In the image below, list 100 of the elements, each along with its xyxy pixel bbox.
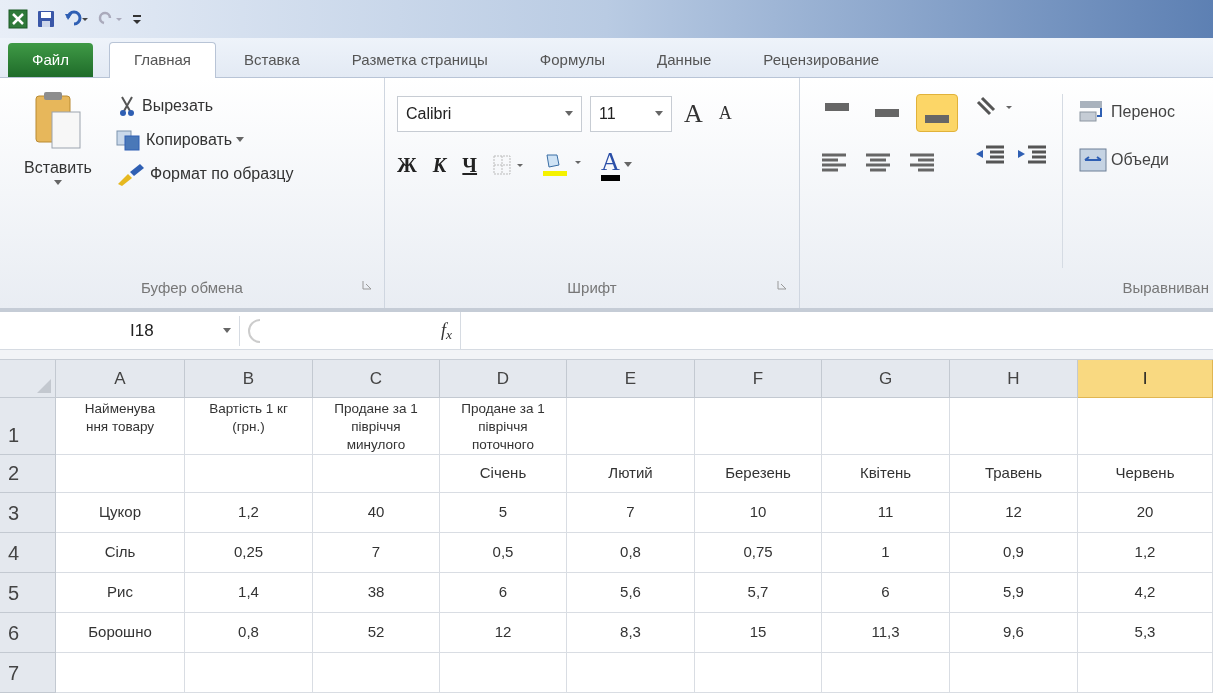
ribbon-tab[interactable]: Главная	[108, 42, 216, 78]
table-cell[interactable]: 12	[440, 613, 567, 653]
ribbon-tab[interactable]: Вставка	[220, 43, 324, 77]
row-header[interactable]: 1	[0, 398, 56, 455]
table-cell[interactable]: 4,2	[1078, 573, 1213, 613]
row-header[interactable]: 2	[0, 455, 56, 493]
column-header[interactable]: F	[695, 360, 822, 398]
file-tab[interactable]: Файл	[8, 43, 93, 77]
select-all-corner[interactable]	[0, 360, 56, 398]
name-box[interactable]: I18	[0, 315, 240, 346]
table-cell[interactable]: Лютий	[567, 455, 695, 493]
table-cell[interactable]: Найменува ння товару	[56, 398, 185, 455]
table-cell[interactable]	[950, 653, 1078, 693]
save-icon[interactable]	[36, 9, 56, 29]
caret-icon[interactable]	[565, 110, 573, 117]
clipboard-button[interactable]: Формат по образцу	[116, 162, 294, 186]
row-header[interactable]: 3	[0, 493, 56, 533]
dialog-launcher-icon[interactable]	[362, 280, 372, 290]
column-header[interactable]: A	[56, 360, 185, 398]
table-cell[interactable]: 11	[822, 493, 950, 533]
table-cell[interactable]: 9,6	[950, 613, 1078, 653]
column-header[interactable]: H	[950, 360, 1078, 398]
table-cell[interactable]: Квітень	[822, 455, 950, 493]
borders-icon[interactable]	[493, 154, 526, 176]
column-header[interactable]: B	[185, 360, 313, 398]
clipboard-button[interactable]: Копировать	[116, 128, 294, 152]
ribbon-tab[interactable]: Формулы	[515, 43, 630, 77]
table-cell[interactable]	[56, 455, 185, 493]
table-cell[interactable]: 7	[567, 493, 695, 533]
table-cell[interactable]: Травень	[950, 455, 1078, 493]
italic-button[interactable]: К	[432, 150, 447, 180]
row-header[interactable]: 6	[0, 613, 56, 653]
column-header[interactable]: E	[567, 360, 695, 398]
grow-font-button[interactable]: A	[680, 94, 707, 133]
table-cell[interactable]: Продане за 1 півріччя минулого	[313, 398, 440, 455]
column-header[interactable]: I	[1078, 360, 1213, 398]
table-cell[interactable]	[313, 455, 440, 493]
table-cell[interactable]: Рис	[56, 573, 185, 613]
customize-toolbar-icon[interactable]	[132, 12, 142, 26]
table-cell[interactable]: 1,2	[1078, 533, 1213, 573]
row-header[interactable]: 4	[0, 533, 56, 573]
table-cell[interactable]: 11,3	[822, 613, 950, 653]
table-cell[interactable]: 12	[950, 493, 1078, 533]
table-cell[interactable]	[822, 653, 950, 693]
table-cell[interactable]: 0,8	[185, 613, 313, 653]
table-cell[interactable]	[1078, 398, 1213, 455]
spreadsheet-app-icon[interactable]	[8, 9, 28, 29]
align-bottom-button[interactable]	[916, 94, 958, 132]
table-cell[interactable]: 0,9	[950, 533, 1078, 573]
table-cell[interactable]: 8,3	[567, 613, 695, 653]
table-cell[interactable]	[56, 653, 185, 693]
table-cell[interactable]: 0,25	[185, 533, 313, 573]
table-cell[interactable]: 20	[1078, 493, 1213, 533]
table-cell[interactable]: 0,8	[567, 533, 695, 573]
column-header[interactable]: D	[440, 360, 567, 398]
table-cell[interactable]	[1078, 653, 1213, 693]
caret-icon[interactable]	[236, 137, 245, 143]
table-cell[interactable]: Січень	[440, 455, 567, 493]
dialog-launcher-icon[interactable]	[777, 280, 787, 290]
table-cell[interactable]	[313, 653, 440, 693]
table-cell[interactable]: 5,7	[695, 573, 822, 613]
table-cell[interactable]: Березень	[695, 455, 822, 493]
table-cell[interactable]: 0,5	[440, 533, 567, 573]
caret-icon[interactable]	[54, 180, 62, 186]
column-header[interactable]: G	[822, 360, 950, 398]
ribbon-tab[interactable]: Разметка страницы	[327, 43, 512, 77]
table-cell[interactable]	[695, 398, 822, 455]
font-size-dropdown[interactable]: 11	[590, 95, 672, 132]
wrap-text-button[interactable]: Перенос	[1111, 100, 1175, 124]
table-cell[interactable]: 6	[822, 573, 950, 613]
table-cell[interactable]	[185, 455, 313, 493]
table-cell[interactable]: 0,75	[695, 533, 822, 573]
font-name-dropdown[interactable]: Calibri	[397, 95, 582, 132]
table-cell[interactable]: 10	[695, 493, 822, 533]
bold-button[interactable]: Ж	[397, 150, 417, 180]
table-cell[interactable]: 15	[695, 613, 822, 653]
table-cell[interactable]: Червень	[1078, 455, 1213, 493]
table-cell[interactable]: 6	[440, 573, 567, 613]
table-cell[interactable]: Продане за 1 півріччя поточного	[440, 398, 567, 455]
table-cell[interactable]: 5,9	[950, 573, 1078, 613]
undo-icon[interactable]	[64, 10, 90, 28]
ribbon-tab[interactable]: Рецензирование	[739, 43, 904, 77]
caret-icon[interactable]	[655, 110, 663, 117]
shrink-font-button[interactable]: A	[714, 100, 736, 127]
table-cell[interactable]: 40	[313, 493, 440, 533]
caret-icon[interactable]	[223, 327, 231, 334]
table-cell[interactable]	[567, 398, 695, 455]
insert-function-button[interactable]: f$_{x}$	[441, 317, 452, 344]
merge-cells-icon[interactable]	[1079, 146, 1107, 174]
table-cell[interactable]	[440, 653, 567, 693]
table-cell[interactable]	[567, 653, 695, 693]
table-cell[interactable]	[695, 653, 822, 693]
table-cell[interactable]: Цукор	[56, 493, 185, 533]
table-cell[interactable]: Сіль	[56, 533, 185, 573]
table-cell[interactable]: 5,6	[567, 573, 695, 613]
paste-button[interactable]: Вставить	[8, 90, 108, 268]
table-cell[interactable]	[185, 653, 313, 693]
table-cell[interactable]: 38	[313, 573, 440, 613]
column-header[interactable]: C	[313, 360, 440, 398]
merge-cells-button[interactable]: Объеди	[1111, 148, 1169, 172]
